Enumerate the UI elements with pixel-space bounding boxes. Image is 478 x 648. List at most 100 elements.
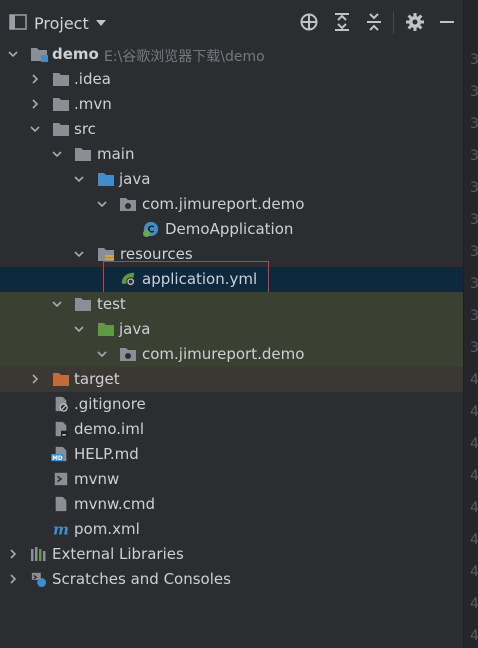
- tree-label-pom-xml: pom.xml: [74, 520, 140, 538]
- chevron-right-icon[interactable]: [8, 574, 18, 584]
- chevron-right-icon[interactable]: [30, 374, 40, 384]
- line-number: 3: [470, 340, 478, 356]
- locate-icon[interactable]: [299, 12, 319, 32]
- line-number: 3: [470, 212, 478, 228]
- package-icon: [120, 348, 136, 361]
- folder-icon: [53, 73, 69, 86]
- chevron-down-icon[interactable]: [8, 49, 18, 59]
- project-panel: Project demo E:\谷歌浏览器下载\demo .idea .mvn …: [0, 0, 463, 648]
- library-icon: [31, 547, 46, 561]
- tree-row-gitignore[interactable]: .gitignore: [0, 392, 463, 417]
- chevron-down-icon[interactable]: [96, 20, 106, 26]
- tree-label-java: java: [119, 170, 151, 188]
- tree-row-main[interactable]: main: [0, 142, 463, 167]
- tree-label-test: test: [97, 295, 126, 313]
- tree-row-test-java[interactable]: java: [0, 317, 463, 342]
- tree-row-help-md[interactable]: MD HELP.md: [0, 442, 463, 467]
- line-number: 4: [470, 468, 478, 484]
- tree-label-demo-iml: demo.iml: [74, 420, 144, 438]
- maven-icon: m: [53, 521, 69, 537]
- line-number: 4: [470, 596, 478, 612]
- toolbar-separator: [393, 12, 394, 34]
- module-folder-icon: [31, 48, 48, 62]
- collapse-all-icon[interactable]: [364, 12, 384, 32]
- tree-label-demo: demo: [52, 45, 99, 63]
- tree-row-mvnw-cmd[interactable]: mvnw.cmd: [0, 492, 463, 517]
- tree-label-src: src: [74, 120, 96, 138]
- line-number: 4: [470, 500, 478, 516]
- line-number: 3: [470, 116, 478, 132]
- test-folder-icon: [98, 323, 114, 336]
- tree-label-mvnw-cmd: mvnw.cmd: [74, 495, 156, 513]
- chevron-down-icon[interactable]: [97, 349, 107, 359]
- chevron-down-icon[interactable]: [74, 324, 84, 334]
- tree-row-src[interactable]: src: [0, 117, 463, 142]
- shell-script-icon: [54, 472, 68, 486]
- project-title[interactable]: Project: [34, 14, 89, 33]
- tree-label-main: main: [97, 145, 135, 163]
- chevron-down-icon[interactable]: [52, 299, 62, 309]
- line-number: 3: [470, 180, 478, 196]
- project-view-icon: [9, 14, 27, 30]
- chevron-down-icon[interactable]: [74, 249, 84, 259]
- tree-row-java[interactable]: java: [0, 167, 463, 192]
- minimize-icon[interactable]: [437, 12, 457, 32]
- folder-icon: [53, 98, 69, 111]
- line-number: 3: [470, 308, 478, 324]
- chevron-right-icon[interactable]: [30, 99, 40, 109]
- svg-text:m: m: [53, 521, 69, 537]
- iml-file-icon: [55, 421, 68, 437]
- resources-folder-icon: [98, 248, 114, 261]
- chevron-down-icon[interactable]: [74, 174, 84, 184]
- scratches-icon: [31, 572, 47, 587]
- svg-text:MD: MD: [52, 456, 63, 462]
- editor-gutter: 3 3 3 3 3 3 3 3 3 3 4 4 4 4 4 4 4 4 4: [463, 0, 478, 648]
- tree-row-package[interactable]: com.jimureport.demo: [0, 192, 463, 217]
- excluded-folder-icon: [53, 373, 69, 386]
- tree-path-demo: E:\谷歌浏览器下载\demo: [104, 49, 265, 65]
- tree-label-external-libraries: External Libraries: [52, 545, 184, 563]
- tree-label-scratches: Scratches and Consoles: [52, 570, 231, 588]
- tree-row-demo[interactable]: demo E:\谷歌浏览器下载\demo: [0, 42, 463, 67]
- highlight-box: [103, 261, 269, 296]
- line-number: 3: [470, 52, 478, 68]
- line-number: 3: [470, 84, 478, 100]
- tree-label-test-java: java: [119, 320, 151, 338]
- tree-row-test[interactable]: test: [0, 292, 463, 317]
- line-number: 4: [470, 436, 478, 452]
- folder-icon: [75, 298, 91, 311]
- tree-row-external-libraries[interactable]: External Libraries: [0, 542, 463, 567]
- tree-label-mvnw: mvnw: [74, 470, 120, 488]
- project-tool-window-header: Project: [0, 0, 463, 44]
- tree-row-mvnw[interactable]: mvnw: [0, 467, 463, 492]
- source-folder-icon: [98, 173, 114, 186]
- gear-icon[interactable]: [405, 12, 425, 32]
- tree-row-pom-xml[interactable]: m pom.xml: [0, 517, 463, 542]
- chevron-down-icon[interactable]: [30, 124, 40, 134]
- tree-label-test-package: com.jimureport.demo: [142, 345, 305, 363]
- chevron-down-icon[interactable]: [97, 199, 107, 209]
- line-number: 3: [470, 276, 478, 292]
- line-number: 4: [470, 564, 478, 580]
- line-number: 4: [470, 532, 478, 548]
- chevron-right-icon[interactable]: [30, 74, 40, 84]
- markdown-file-icon: MD: [51, 446, 67, 462]
- line-number: 3: [470, 148, 478, 164]
- tree-row-idea[interactable]: .idea: [0, 67, 463, 92]
- tree-label-help-md: HELP.md: [74, 445, 139, 463]
- tree-label-package: com.jimureport.demo: [142, 195, 305, 213]
- tree-label-target: target: [74, 370, 120, 388]
- tree-row-mvn[interactable]: .mvn: [0, 92, 463, 117]
- expand-all-icon[interactable]: [332, 12, 352, 32]
- chevron-right-icon[interactable]: [8, 549, 18, 559]
- chevron-down-icon[interactable]: [52, 149, 62, 159]
- line-number: 3: [470, 244, 478, 260]
- line-number: 4: [470, 628, 478, 644]
- tree-row-demo-iml[interactable]: demo.iml: [0, 417, 463, 442]
- tree-row-test-package[interactable]: com.jimureport.demo: [0, 342, 463, 367]
- tree-row-scratches[interactable]: Scratches and Consoles: [0, 567, 463, 592]
- text-file-icon: [55, 496, 67, 512]
- tree-label-idea: .idea: [74, 70, 111, 88]
- tree-row-demo-application[interactable]: C DemoApplication: [0, 217, 463, 242]
- tree-row-target[interactable]: target: [0, 367, 463, 392]
